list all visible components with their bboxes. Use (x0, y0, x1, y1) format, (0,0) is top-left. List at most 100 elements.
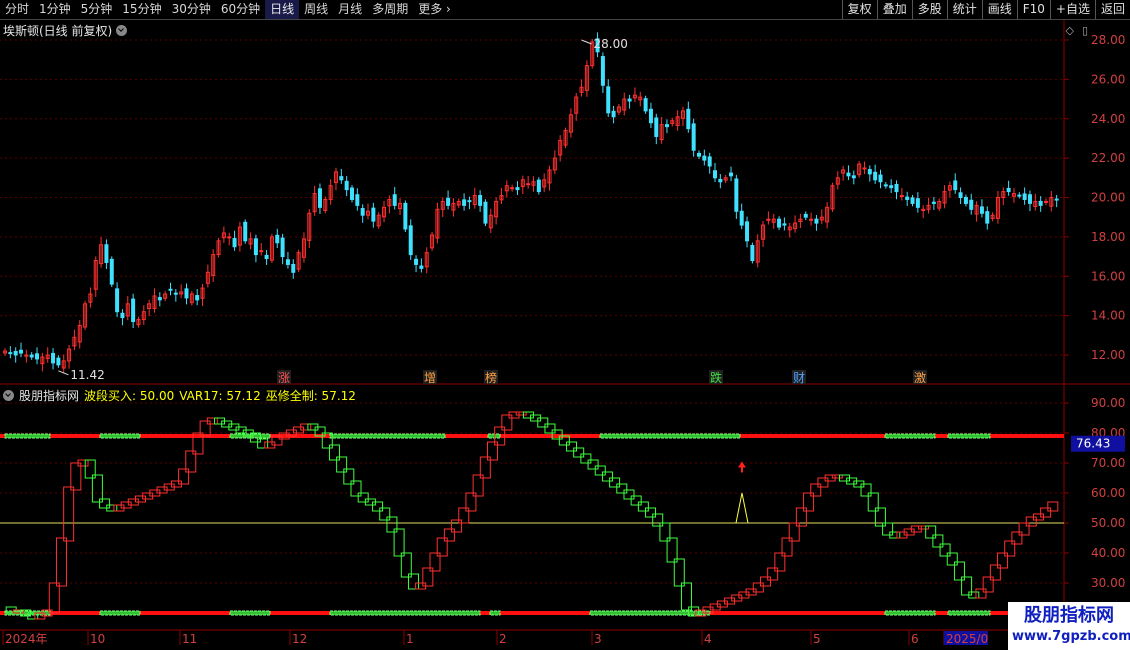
candle-145 (777, 216, 782, 230)
var17-box (810, 483, 822, 497)
candle-33 (179, 284, 184, 299)
var17-box (372, 501, 384, 512)
buy-arrow-stem (741, 467, 743, 473)
candle-92 (494, 197, 499, 225)
var17-box (580, 453, 592, 464)
candle-155 (830, 182, 835, 212)
candle-98 (526, 176, 531, 189)
candle-76 (408, 219, 413, 260)
candle-15 (83, 300, 88, 330)
candle-body (1006, 187, 1011, 193)
y-tick-label: 20.00 (1091, 191, 1125, 205)
event-marker-label: 涨 (278, 370, 290, 385)
band-segment (329, 433, 446, 439)
candle-body (696, 152, 701, 157)
event-marker-label: 榜 (485, 370, 497, 385)
candle-171 (915, 192, 920, 213)
indicator-y-label: 90.00 (1091, 396, 1125, 410)
var17-box (673, 558, 685, 587)
x-axis-label: 1 (406, 632, 414, 646)
x-axis-label: 6 (911, 632, 919, 646)
candle-97 (520, 175, 525, 195)
dropdown-circle-icon[interactable] (116, 25, 128, 36)
candle-137 (734, 174, 739, 219)
candle-body (846, 172, 851, 177)
candle-body (275, 234, 280, 244)
var17-box (989, 564, 1001, 581)
candle-132 (707, 152, 712, 174)
diamond-icon[interactable]: ◇ (1065, 24, 1073, 37)
candle-87 (467, 196, 472, 210)
candle-142 (761, 220, 766, 247)
candle-88 (472, 187, 477, 209)
event-marker-label: 跌 (710, 370, 722, 385)
var17-box (407, 573, 419, 590)
var17-box (501, 414, 513, 431)
candle-34 (184, 283, 189, 305)
candle-body (8, 352, 13, 355)
expand-icon[interactable]: ▯ (1082, 24, 1088, 37)
candle-105 (563, 127, 568, 149)
indicator-title: 股朋指标网 波段买入: 50.00 VAR17: 57.12 巫修全制: 57.… (3, 387, 356, 404)
candle-72 (387, 195, 392, 214)
candle-27 (147, 299, 152, 317)
candle-126 (675, 110, 680, 131)
candle-body (985, 211, 990, 224)
candle-46 (248, 232, 253, 250)
candle-166 (889, 179, 894, 193)
var17-box (386, 516, 398, 533)
candle-body (264, 254, 269, 260)
candle-178 (953, 173, 958, 194)
candle-body (643, 98, 648, 112)
candle-58 (312, 185, 317, 216)
var17-box (70, 462, 82, 491)
candle-body (168, 288, 173, 291)
candle-body (227, 236, 232, 239)
chart-window-icons: ◇ ▯ (1065, 24, 1088, 37)
candle-11 (61, 354, 66, 374)
candle-147 (787, 222, 792, 238)
var17-box (623, 489, 635, 500)
candle-body (280, 237, 285, 258)
candle-93 (499, 187, 504, 204)
candle-body (867, 169, 872, 175)
candle-157 (841, 165, 846, 181)
var17-box (609, 477, 621, 488)
candle-body (803, 213, 808, 218)
candle-133 (713, 163, 718, 182)
var17-box (573, 447, 585, 458)
indicator-dropdown-icon[interactable] (3, 390, 14, 401)
var17-box (350, 480, 362, 497)
var17-box (601, 471, 613, 482)
high-pointer (581, 39, 592, 45)
candle-90 (483, 199, 488, 227)
candle-body (979, 206, 984, 214)
candle-85 (456, 198, 461, 208)
candle-158 (846, 165, 851, 180)
candle-18 (99, 237, 104, 268)
band-segment (589, 610, 711, 616)
candle-96 (515, 181, 520, 195)
candle-body (408, 225, 413, 256)
x-axis-label: 11 (182, 632, 197, 646)
candle-body (745, 221, 750, 242)
candle-169 (905, 191, 910, 206)
candle-144 (771, 213, 776, 229)
candle-54 (291, 259, 296, 279)
candle-body (931, 201, 936, 204)
candle-69 (371, 202, 376, 228)
kline-chart[interactable]: 28.00 26.00 24.00 22.00 20.00 18.00 16.00 14.00… (0, 0, 1130, 650)
var17-box (55, 537, 67, 587)
indicator-y-label: 50.00 (1091, 516, 1125, 530)
candle-50 (269, 233, 274, 264)
candle-75 (403, 200, 408, 232)
var17-box (680, 582, 692, 611)
var17-box (566, 441, 578, 452)
candle-89 (478, 190, 483, 212)
candle-82 (440, 197, 445, 217)
candle-body (392, 194, 397, 206)
candle-4 (24, 349, 29, 363)
candle-95 (510, 184, 515, 192)
candle-body (483, 201, 488, 224)
candle-body (344, 180, 349, 191)
